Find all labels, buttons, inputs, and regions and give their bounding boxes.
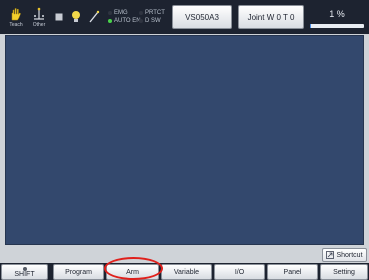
speed-value: 1 % (329, 9, 345, 19)
lamp-button[interactable] (68, 3, 84, 31)
shortcut-button[interactable]: Shortcut (322, 248, 367, 262)
shortcut-icon (326, 251, 335, 259)
pen-icon (89, 10, 100, 23)
shift-label: SHIFT (14, 270, 35, 278)
variable-button[interactable]: Variable (161, 264, 212, 280)
main-panel (5, 35, 364, 245)
robot-model-button[interactable]: VS050A3 (172, 5, 232, 29)
shift-button[interactable]: SHIFT (1, 264, 48, 280)
status-emg: EMG (108, 9, 141, 17)
status-group-right: PRTCT D SW (139, 9, 165, 25)
dsw-label: D SW (145, 18, 161, 24)
teach-label: Teach (9, 21, 23, 28)
prtct-indicator (139, 11, 143, 15)
shortcut-label: Shortcut (336, 251, 363, 259)
other-mode-button[interactable]: Other (28, 3, 50, 31)
io-button[interactable]: I/O (214, 264, 265, 280)
emg-label: EMG (114, 10, 128, 16)
teach-mode-button[interactable]: Teach (5, 3, 27, 31)
panel-button[interactable]: Panel (267, 264, 318, 280)
speed-bar-fill (310, 24, 311, 28)
auto-en-indicator (108, 19, 112, 23)
light-bulb-icon (72, 11, 80, 22)
hand-icon (11, 7, 21, 20)
joint-mode-button[interactable]: Joint W 0 T 0 (238, 5, 304, 29)
pendant-button[interactable] (86, 3, 102, 31)
status-auto-en: AUTO EN (108, 17, 141, 25)
stop-button[interactable] (52, 3, 66, 31)
status-prtct: PRTCT (139, 9, 165, 17)
axes-icon (34, 7, 44, 20)
speed-indicator[interactable]: 1 % (308, 5, 366, 29)
setting-button[interactable]: Setting (320, 264, 368, 280)
dsw-indicator (139, 19, 143, 23)
program-button[interactable]: Program (53, 264, 104, 280)
arm-button[interactable]: Arm (106, 264, 159, 280)
stop-icon (55, 13, 63, 21)
auto-en-label: AUTO EN (114, 18, 141, 24)
speed-bar (310, 24, 364, 28)
status-dsw: D SW (139, 17, 165, 25)
emg-indicator (108, 11, 112, 15)
other-label: Other (32, 21, 46, 28)
status-group-left: EMG AUTO EN (108, 9, 141, 25)
prtct-label: PRTCT (145, 10, 165, 16)
